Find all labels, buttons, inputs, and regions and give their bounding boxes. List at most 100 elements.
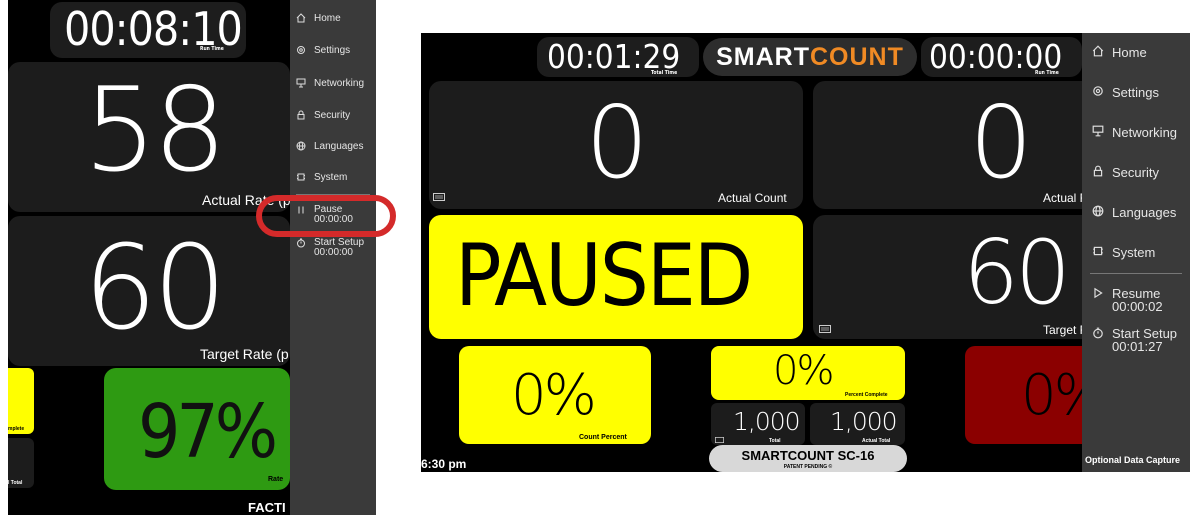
left-menu-item-security[interactable]: Security: [296, 110, 350, 121]
total-label-right: Total: [769, 438, 781, 444]
right-menu-item-home[interactable]: Home: [1092, 45, 1147, 60]
left-side-menu: Home Settings Networking Security Langua…: [290, 0, 376, 515]
right-menu-item-start-setup[interactable]: Start Setup 00:01:27: [1092, 327, 1177, 353]
total-value: 1,000: [733, 407, 801, 436]
count-percent-tile[interactable]: 0% Count Percent: [459, 346, 651, 444]
pause-highlight-annotation: [256, 195, 396, 237]
logo-count: COUNT: [810, 43, 904, 71]
keyboard-icon[interactable]: [715, 437, 724, 443]
left-menu-item-start-setup[interactable]: Start Setup 00:00:00: [296, 238, 364, 258]
time-of-day: 6:30 pm: [421, 457, 467, 471]
target-rate-value: 60: [83, 221, 227, 356]
actual-count-label: Actual Count: [718, 191, 787, 205]
left-screen: 00:08:10 Run Time 58 Actual Rate (p 60 T…: [8, 0, 290, 515]
left-menu-item-settings[interactable]: Settings: [296, 45, 350, 56]
rate-percent-value: 97%: [138, 389, 278, 475]
run-timer: 00:08:10 Run Time: [50, 2, 246, 58]
actual-rate-value-right: 0: [969, 84, 1033, 201]
paused-banner[interactable]: PAUSED: [429, 215, 803, 339]
actual-total-label: Actual Total: [862, 438, 891, 444]
red-percent-tile[interactable]: 0%: [965, 346, 1082, 444]
lock-icon: [297, 110, 305, 120]
left-menu-item-languages[interactable]: Languages: [296, 141, 364, 152]
actual-rate-label-right: Actual R: [1043, 191, 1082, 205]
smartcount-logo: SMARTCOUNT: [703, 38, 917, 76]
timer-icon: [1093, 327, 1103, 339]
left-menu-label-home: Home: [314, 13, 341, 24]
run-time-label: Run Time: [1035, 70, 1059, 76]
right-menu-label-settings: Settings: [1112, 85, 1159, 100]
factory-text: FACTI: [248, 500, 286, 515]
left-menu-label-system: System: [314, 172, 348, 183]
left-menu-label-networking: Networking: [314, 78, 365, 89]
total-tile: l Total: [8, 438, 34, 488]
percent-complete-label: Percent Complete: [845, 392, 888, 398]
target-rate-panel-right[interactable]: 60 Target R: [813, 215, 1082, 339]
right-menu-item-security[interactable]: Security: [1092, 165, 1159, 180]
play-icon: [1094, 287, 1103, 299]
total-tile-right: 1,000 Total: [711, 403, 805, 445]
keyboard-icon[interactable]: [433, 193, 445, 201]
rate-percent-label: Rate: [268, 476, 284, 483]
total-label: l Total: [8, 480, 23, 486]
device-name-badge: SMARTCOUNT SC-16 PATENT PENDING ©: [709, 445, 907, 472]
run-time-timer: 00:00:00 Run Time: [921, 37, 1082, 77]
actual-total-tile: 1,000 Actual Total: [810, 403, 905, 445]
target-rate-label-right: Target R: [1043, 323, 1082, 337]
right-menu-item-settings[interactable]: Settings: [1092, 85, 1159, 100]
actual-total-value: 1,000: [830, 407, 898, 436]
logo-smart: SMART: [716, 43, 810, 71]
chip-icon: [1093, 246, 1103, 256]
right-menu-label-home: Home: [1112, 45, 1147, 60]
right-menu-divider: [1090, 273, 1182, 274]
actual-count-value: 0: [585, 84, 649, 201]
actual-count-panel[interactable]: 0 Actual Count: [429, 81, 803, 209]
percent-complete-tile[interactable]: mplete: [8, 368, 34, 434]
left-menu-label-security: Security: [314, 110, 351, 121]
count-percent-value: 0%: [511, 363, 597, 428]
chip-icon: [297, 173, 305, 181]
monitor-icon: [1092, 125, 1104, 137]
count-percent-label: Count Percent: [579, 434, 627, 441]
optional-data-capture[interactable]: Optional Data Capture: [1085, 455, 1180, 465]
right-menu-item-system[interactable]: System: [1092, 245, 1155, 260]
left-menu-label-languages: Languages: [314, 141, 364, 152]
actual-rate-panel[interactable]: 58 Actual Rate (p: [8, 62, 290, 212]
right-screen: 00:01:29 Total Time SMARTCOUNT 00:00:00 …: [421, 33, 1082, 472]
actual-rate-panel-right[interactable]: 0 Actual R: [813, 81, 1082, 209]
red-percent-value: 0%: [1021, 363, 1082, 428]
right-menu-item-languages[interactable]: Languages: [1092, 205, 1176, 220]
paused-text: PAUSED: [455, 226, 753, 326]
target-rate-panel[interactable]: 60 Target Rate (p: [8, 216, 290, 366]
right-menu-item-networking[interactable]: Networking: [1092, 125, 1177, 140]
target-rate-value-right: 60: [963, 221, 1071, 324]
percent-complete-tile-right[interactable]: 0% Percent Complete: [711, 346, 905, 400]
home-icon: [296, 13, 306, 23]
right-menu-label-security: Security: [1112, 165, 1159, 180]
keyboard-icon[interactable]: [819, 325, 831, 333]
actual-rate-value: 58: [83, 63, 227, 198]
left-menu-item-system[interactable]: System: [296, 172, 347, 183]
home-icon: [1092, 45, 1104, 57]
right-menu-sub-resume: 00:00:02: [1112, 299, 1163, 314]
right-menu-label-networking: Networking: [1112, 125, 1178, 140]
left-menu-label-settings: Settings: [314, 45, 351, 56]
right-menu-sub-start-setup: 00:01:27: [1112, 339, 1163, 354]
percent-complete-value: 0%: [773, 348, 834, 394]
timer-icon: [297, 238, 305, 248]
left-menu-item-networking[interactable]: Networking: [296, 78, 364, 89]
complete-label: mplete: [8, 426, 25, 432]
lock-icon: [1093, 165, 1103, 177]
right-menu-item-resume[interactable]: Resume 00:00:02: [1092, 287, 1163, 313]
left-menu-item-home[interactable]: Home: [296, 13, 341, 24]
globe-icon: [296, 141, 306, 151]
target-rate-label: Target Rate (p: [200, 346, 289, 362]
run-timer-label: Run Time: [200, 46, 224, 52]
total-time-label: Total Time: [651, 70, 678, 76]
device-name: SMARTCOUNT SC-16: [741, 448, 875, 463]
total-time-timer: 00:01:29 Total Time: [537, 37, 699, 77]
rate-percent-tile[interactable]: 97% Rate: [104, 368, 290, 490]
gear-icon: [1093, 86, 1103, 96]
globe-icon: [1092, 205, 1104, 217]
monitor-icon: [296, 78, 306, 88]
